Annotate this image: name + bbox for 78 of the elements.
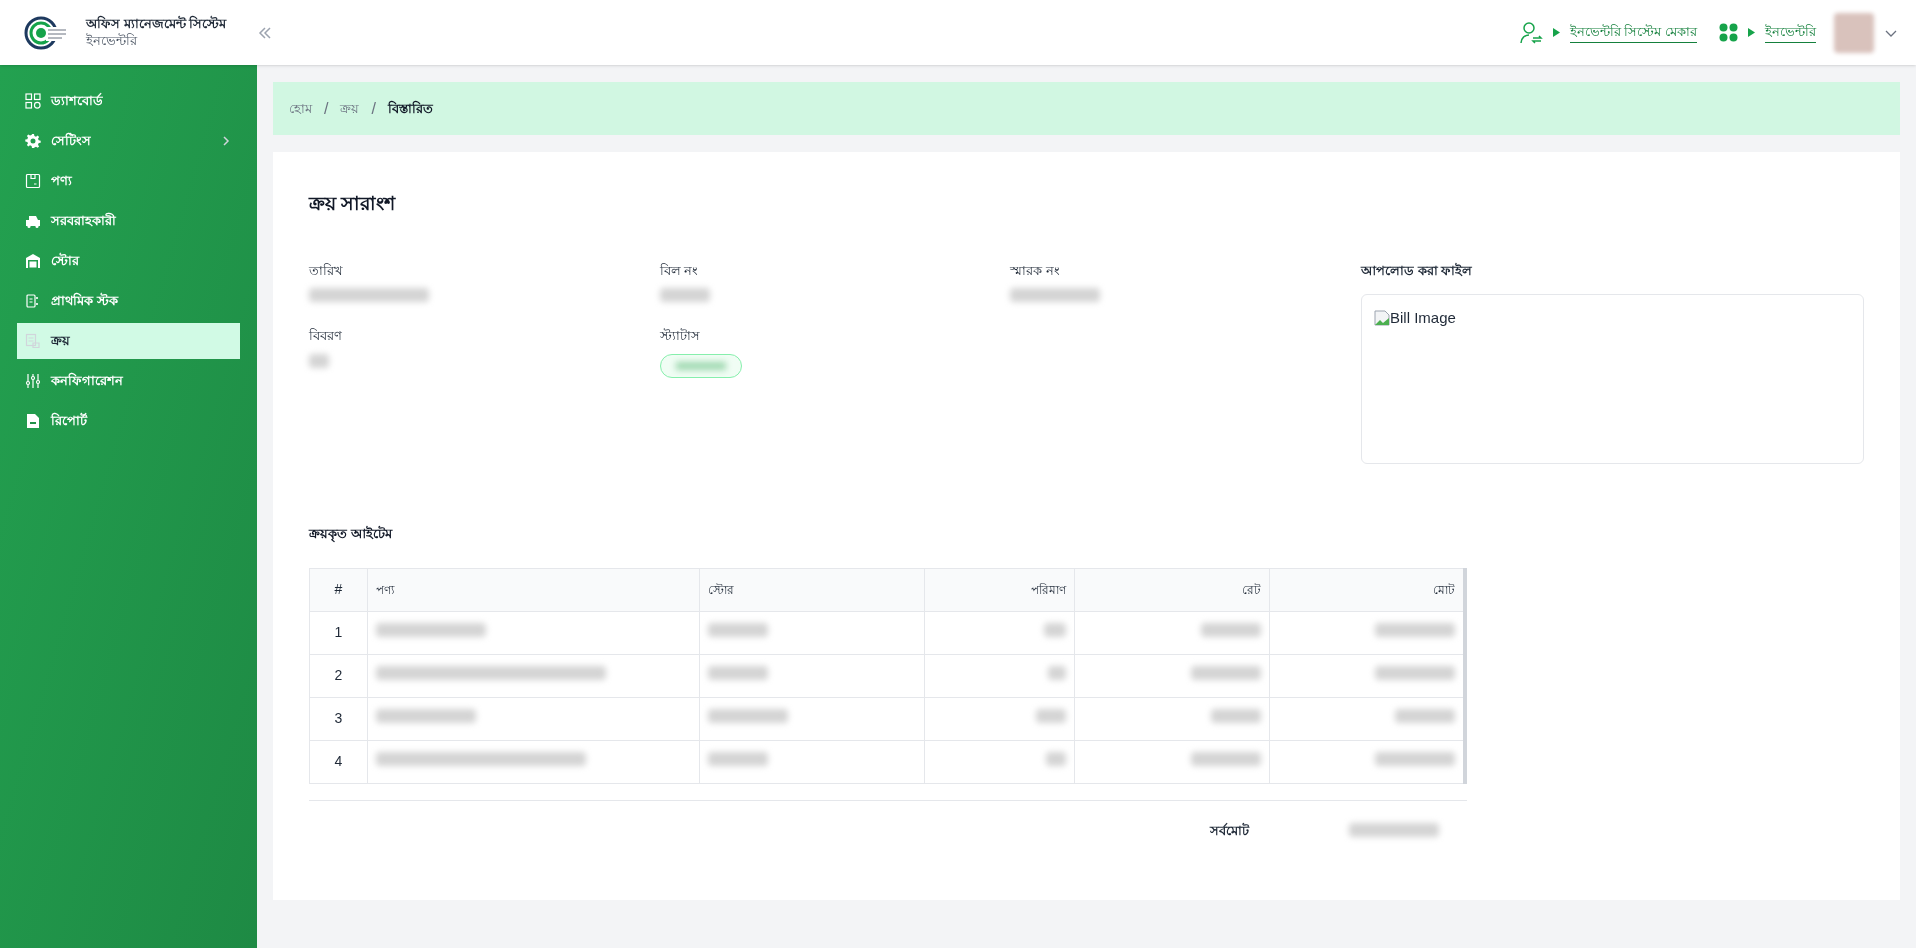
redacted-value xyxy=(1190,666,1261,680)
items-title: ক্রয়কৃত আইটেম xyxy=(309,525,394,544)
redacted-value xyxy=(1395,709,1455,723)
sidebar-item[interactable]: ড্যাশবোর্ড xyxy=(17,83,240,119)
column-header: রেট xyxy=(1074,568,1270,611)
sidebar-item[interactable]: প্রাথমিক স্টক xyxy=(17,283,240,319)
clipboard-icon xyxy=(25,293,41,309)
sidebar-label: প্রাথমিক স্টক xyxy=(51,291,118,311)
upload-label: আপলোড করা ফাইল xyxy=(1361,261,1474,280)
app-title: অফিস ম্যানেজমেন্ট সিস্টেম xyxy=(86,16,227,33)
grand-total-label: সর্বমোট xyxy=(1210,821,1249,840)
image-alt-text: Bill Image xyxy=(1390,308,1456,328)
sidebar-label: স্টোর xyxy=(51,251,79,271)
document-icon xyxy=(25,333,41,349)
redacted-value xyxy=(708,752,769,766)
caret-icon xyxy=(1748,28,1755,37)
truck-icon xyxy=(25,213,41,229)
column-header: স্টোর xyxy=(699,568,925,611)
breadcrumb-separator: / xyxy=(324,98,329,119)
row-number: 1 xyxy=(309,611,368,654)
collapse-sidebar-button[interactable] xyxy=(257,24,273,41)
field-label: তারিখ xyxy=(309,261,344,280)
sidebar-label: পণ্য xyxy=(51,172,72,191)
column-header: পরিমাণ xyxy=(924,568,1075,611)
store-icon xyxy=(25,253,41,269)
summary-title: ক্রয় সারাংশ xyxy=(309,192,397,216)
redacted-value xyxy=(659,288,710,302)
box-icon xyxy=(25,173,41,189)
sidebar-item[interactable]: রিপোর্ট xyxy=(17,403,240,439)
row-number: 4 xyxy=(309,740,368,783)
module-link[interactable]: ইনভেন্টরি xyxy=(1765,22,1816,43)
field-label: স্মারক নং xyxy=(1010,261,1061,280)
apps-icon xyxy=(1719,23,1738,42)
grid-icon xyxy=(25,93,41,109)
sidebar-label: সরবরাহকারী xyxy=(51,211,116,231)
breadcrumb-item[interactable]: হোম xyxy=(289,98,312,119)
sidebar-item[interactable]: সরবরাহকারী xyxy=(17,203,240,239)
field-label: স্ট্যাটাস xyxy=(659,327,701,345)
sidebar-item[interactable]: স্টোর xyxy=(17,243,240,279)
column-header: পণ্য xyxy=(367,568,700,611)
sidebar-item[interactable]: কনফিগারেশন xyxy=(17,363,240,399)
column-header: # xyxy=(309,568,368,611)
user-switch-icon xyxy=(1518,20,1543,45)
breadcrumb-item[interactable]: ক্রয় xyxy=(340,98,360,119)
redacted-value xyxy=(1048,666,1067,680)
sidebar-item[interactable]: পণ্য xyxy=(17,163,240,199)
field-label: বিবরণ xyxy=(309,327,343,345)
column-header: মোট xyxy=(1269,568,1465,611)
sidebar-label: সেটিংস xyxy=(51,131,91,151)
broken-image-icon xyxy=(1374,310,1390,327)
gear-icon xyxy=(25,133,41,149)
sidebar-label: রিপোর্ট xyxy=(51,411,87,431)
sidebar-label: ক্রয় xyxy=(51,332,70,351)
redacted-value xyxy=(1044,623,1067,637)
redacted-value xyxy=(708,623,769,637)
redacted-value xyxy=(1190,752,1261,766)
caret-icon xyxy=(1552,28,1560,37)
sidebar-item[interactable]: সেটিংস xyxy=(17,123,240,159)
row-number: 2 xyxy=(309,654,368,697)
redacted-value xyxy=(1036,709,1067,723)
redacted-value xyxy=(309,353,329,368)
app-subtitle: ইনভেন্টরি xyxy=(86,32,139,49)
row-number: 3 xyxy=(309,697,368,740)
redacted-value xyxy=(1200,623,1261,637)
avatar[interactable] xyxy=(1834,12,1874,53)
double-chevron-icon xyxy=(257,24,273,41)
file-icon xyxy=(25,413,41,429)
role-link[interactable]: ইনভেন্টরি সিস্টেম মেকার xyxy=(1569,22,1697,43)
breadcrumb-item: বিস্তারিত xyxy=(387,99,433,118)
redacted-value xyxy=(1046,752,1067,766)
sidebar-label: ড্যাশবোর্ড xyxy=(51,92,103,111)
sidebar-item[interactable]: ক্রয় xyxy=(17,323,240,359)
redacted-value xyxy=(708,666,769,680)
field-label: বিল নং xyxy=(659,261,700,280)
redacted-value xyxy=(1210,709,1261,723)
sidebar-label: কনফিগারেশন xyxy=(51,371,123,391)
breadcrumb-separator: / xyxy=(371,98,376,119)
sliders-icon xyxy=(25,373,41,389)
